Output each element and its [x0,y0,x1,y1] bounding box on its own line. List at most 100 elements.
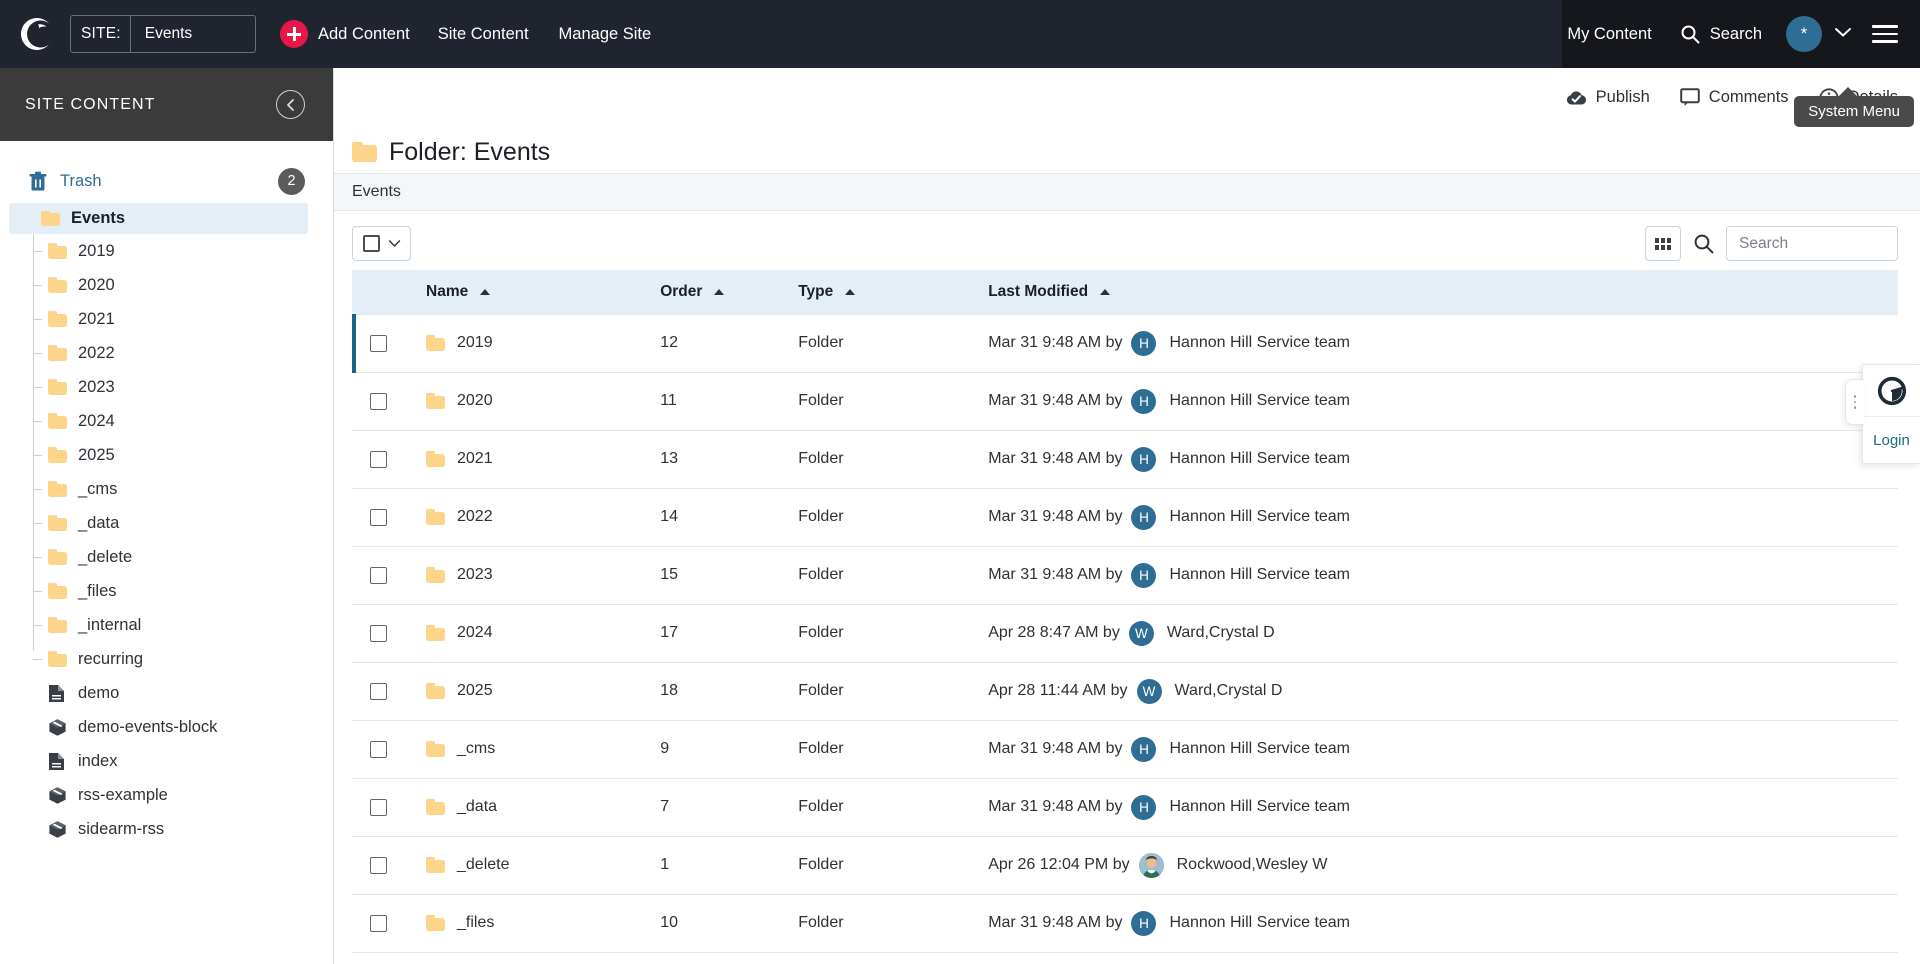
row-checkbox[interactable] [370,392,387,410]
table-row[interactable]: 2019 12 Folder Mar 31 9:48 AM by H Hannon Hil… [352,313,1898,373]
row-name-cell[interactable]: _files [410,894,661,953]
avatar[interactable]: * [1786,16,1822,52]
sidebar-item-2025[interactable]: 2025 [0,438,333,472]
row-checkbox[interactable] [370,740,387,758]
hamburger-bar [1872,25,1898,28]
row-modified-cell: Mar 31 9:48 AM by H Hannon Hill Service te… [988,778,1898,837]
row-modified-user: Hannon Hill Service team [1169,740,1351,757]
sidebar-item-demo[interactable]: demo [0,676,333,710]
column-name[interactable]: Name [410,270,661,314]
select-all-dropdown[interactable] [352,226,411,261]
folder-icon [426,741,445,757]
row-name-cell[interactable]: _delete [410,836,661,895]
search-input[interactable] [1726,226,1898,261]
row-name-wrapper: _cms [410,740,660,758]
row-name-cell[interactable]: _cms [410,720,661,779]
row-checkbox[interactable] [370,450,387,468]
sort-asc-icon [1100,288,1111,295]
chevron-down-icon[interactable] [1834,25,1852,43]
sidebar-item-delete[interactable]: _delete [0,540,333,574]
table-row[interactable]: 2023 15 Folder Mar 31 9:48 AM by H Hannon Hil… [352,546,1898,605]
row-name-cell[interactable]: 2022 [410,488,661,547]
table-row[interactable]: _delete 1 Folder Apr 26 12:04 PM by Rockwood… [352,836,1898,895]
system-menu-button[interactable] [1872,20,1898,48]
row-checkbox[interactable] [370,566,387,584]
row-name-cell[interactable]: 2025 [410,662,661,721]
row-type-cell: Folder [798,894,989,953]
row-name-cell[interactable]: 2024 [410,604,661,663]
folder-icon [426,509,445,525]
row-checkbox-cell [352,372,410,431]
extension-login-button[interactable]: Login [1863,417,1920,463]
table-row[interactable]: 2022 14 Folder Mar 31 9:48 AM by H Hannon Hil… [352,488,1898,547]
add-content-button[interactable]: Add Content [280,20,410,48]
sidebar-item-2021[interactable]: 2021 [0,302,333,336]
sidebar-item-2024[interactable]: 2024 [0,404,333,438]
column-type[interactable]: Type [798,270,989,314]
nav-item-site-content[interactable]: Site Content [438,25,529,44]
select-all-checkbox[interactable] [363,235,380,252]
sidebar-item-cms[interactable]: _cms [0,472,333,506]
column-last-modified[interactable]: Last Modified [988,270,1898,314]
site-selector[interactable]: SITE: Events [70,15,256,53]
chevron-left-icon[interactable] [276,90,305,119]
nav-item-manage-site[interactable]: Manage Site [559,25,652,44]
page-title-row: Folder: Events [334,127,1920,173]
column-order-label: Order [660,282,703,300]
row-checkbox[interactable] [370,334,387,352]
my-content-link[interactable]: My Content [1567,25,1651,44]
row-modified-wrapper: Mar 31 9:48 AM by H Hannon Hill Service te… [988,446,1898,472]
row-name-cell[interactable]: 2023 [410,546,661,605]
table-row[interactable]: _files 10 Folder Mar 31 9:48 AM by H Hannon H… [352,894,1898,953]
avatar: W [1128,620,1154,646]
search-icon [1681,25,1700,44]
sidebar-item-sidearm-rss[interactable]: sidearm-rss [0,812,333,846]
content-table-head: Name Order Type Last Modified [352,270,1898,314]
sidebar-item-label: 2021 [78,309,115,328]
sidebar-item-2019[interactable]: 2019 [0,234,333,268]
sidebar-item-2020[interactable]: 2020 [0,268,333,302]
cascade-logo-icon[interactable] [6,16,68,52]
row-checkbox[interactable] [370,914,387,932]
sidebar-item-trash[interactable]: Trash 2 [0,163,333,199]
sidebar-item-internal[interactable]: _internal [0,608,333,642]
row-checkbox[interactable] [370,682,387,700]
publish-button[interactable]: Publish [1566,88,1650,107]
sidebar-item-files[interactable]: _files [0,574,333,608]
row-name-cell[interactable]: _data [410,778,661,837]
sidebar-item-data[interactable]: _data [0,506,333,540]
extension-popup[interactable]: Login [1845,364,1920,464]
sidebar-item-recurring[interactable]: recurring [0,642,333,676]
row-checkbox[interactable] [370,856,387,874]
row-order-cell: 17 [660,604,799,663]
table-row[interactable]: _cms 9 Folder Mar 31 9:48 AM by H Hannon Hill… [352,720,1898,779]
row-name-cell[interactable]: 2020 [410,372,661,431]
grid-view-icon[interactable] [1645,226,1681,261]
table-row[interactable]: 2021 13 Folder Mar 31 9:48 AM by H Hannon Hil… [352,430,1898,489]
sidebar-item-events[interactable]: Events [9,203,308,234]
column-order[interactable]: Order [660,270,799,314]
sidebar-item-2022[interactable]: 2022 [0,336,333,370]
row-checkbox[interactable] [370,798,387,816]
search-icon[interactable] [1693,233,1714,254]
drag-handle-icon[interactable] [1845,379,1864,425]
row-checkbox[interactable] [370,624,387,642]
comments-button[interactable]: Comments [1679,88,1789,107]
sidebar-item-rss-example[interactable]: rss-example [0,778,333,812]
table-row[interactable]: 2025 18 Folder Apr 28 11:44 AM by W Ward,Crys… [352,662,1898,721]
row-checkbox[interactable] [370,508,387,526]
table-row[interactable]: 2020 11 Folder Mar 31 9:48 AM by H Hannon Hil… [352,372,1898,431]
sidebar-item-demo-events-block[interactable]: demo-events-block [0,710,333,744]
table-row[interactable]: 2024 17 Folder Apr 28 8:47 AM by W Ward,Cryst… [352,604,1898,663]
password-manager-icon[interactable] [1863,365,1920,417]
row-name-cell[interactable]: 2021 [410,430,661,489]
global-search-button[interactable]: Search [1680,24,1762,44]
row-name-cell[interactable]: 2019 [410,313,661,373]
folder-icon [48,311,67,327]
sidebar-item-2023[interactable]: 2023 [0,370,333,404]
sidebar-item-index[interactable]: index [0,744,333,778]
folder-icon [426,625,445,641]
breadcrumb-item-events[interactable]: Events [352,183,401,201]
folder-icon [48,379,67,395]
table-row[interactable]: _data 7 Folder Mar 31 9:48 AM by H Hannon Hil… [352,778,1898,837]
